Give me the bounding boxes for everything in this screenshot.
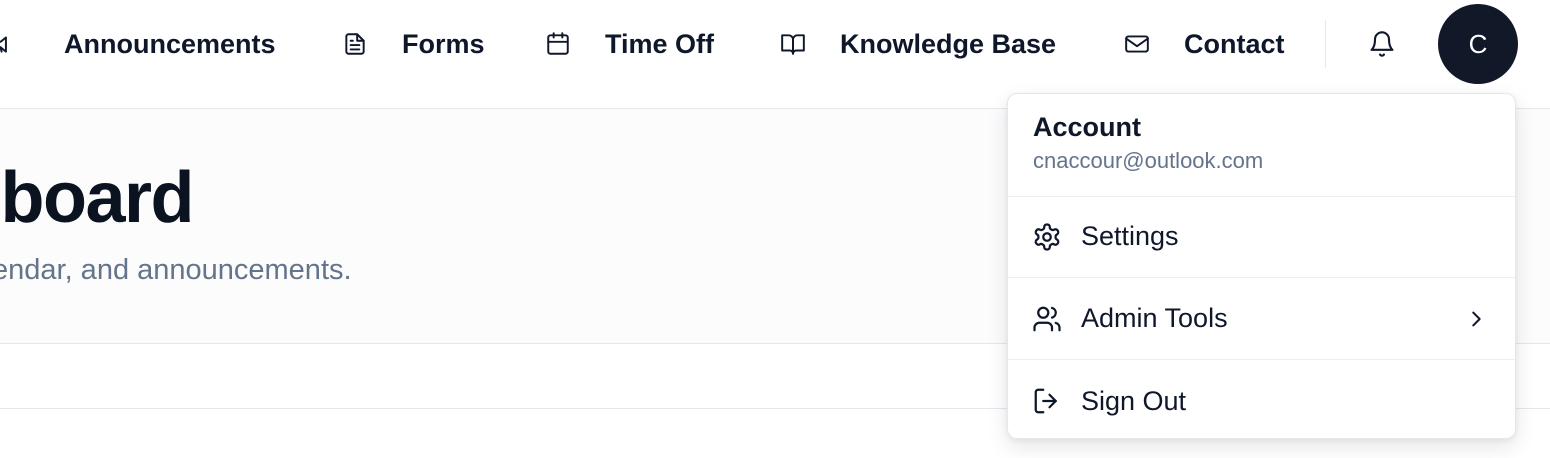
nav-item-time-off[interactable]: Time Off (545, 22, 714, 66)
sign-out-menu-item[interactable]: Sign Out (1008, 360, 1515, 438)
megaphone-icon (0, 31, 20, 57)
account-header: Account cnaccour@outlook.com (1008, 94, 1515, 197)
calendar-icon (545, 31, 571, 57)
nav-item-contact[interactable]: Contact (1124, 22, 1285, 66)
bell-icon (1368, 30, 1396, 58)
page-title: hboard (0, 158, 194, 238)
gear-icon (1032, 222, 1062, 252)
users-icon (1032, 304, 1062, 334)
notifications-button[interactable] (1367, 29, 1397, 59)
book-open-icon (780, 31, 806, 57)
nav-item-label: Contact (1184, 28, 1285, 59)
account-email: cnaccour@outlook.com (1033, 148, 1264, 173)
account-dropdown: Account cnaccour@outlook.com Settings Ad… (1007, 93, 1516, 439)
log-out-icon (1032, 386, 1062, 416)
page: Announcements Forms Time Off Knowledge B… (0, 0, 1550, 458)
nav-item-label: Announcements (64, 28, 276, 59)
page-subtitle: endar, and announcements. (0, 254, 352, 286)
nav-divider (1325, 20, 1326, 68)
settings-label: Settings (1081, 221, 1179, 251)
sign-out-label: Sign Out (1081, 385, 1187, 416)
admin-tools-menu-item[interactable]: Admin Tools (1008, 278, 1515, 360)
nav-item-label: Forms (402, 28, 485, 59)
nav-item-knowledge-base[interactable]: Knowledge Base (780, 22, 1056, 66)
admin-tools-label: Admin Tools (1081, 303, 1228, 333)
nav-item-label: Time Off (605, 28, 715, 59)
account-title: Account (1033, 112, 1141, 142)
file-text-icon (342, 31, 368, 57)
settings-menu-item[interactable]: Settings (1008, 196, 1515, 278)
nav-item-forms[interactable]: Forms (342, 22, 485, 66)
nav-item-label: Knowledge Base (840, 28, 1057, 59)
avatar[interactable]: C (1438, 4, 1518, 84)
chevron-right-icon (1465, 308, 1487, 330)
mail-icon (1124, 31, 1150, 57)
nav-item-announcements[interactable]: Announcements (0, 22, 276, 66)
